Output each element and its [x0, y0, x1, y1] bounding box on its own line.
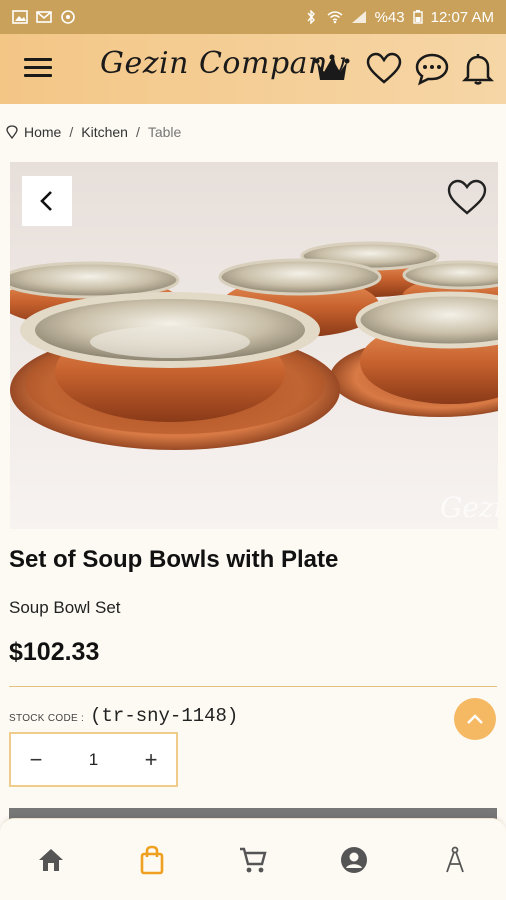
nav-cart[interactable] — [228, 835, 278, 885]
nav-home[interactable] — [26, 835, 76, 885]
breadcrumb-kitchen[interactable]: Kitchen — [81, 124, 128, 140]
gmail-icon — [36, 11, 52, 23]
nav-account[interactable] — [329, 835, 379, 885]
compass-icon — [446, 846, 465, 872]
product-subtitle: Soup Bowl Set — [9, 598, 121, 617]
gallery-icon — [12, 10, 28, 24]
app-header: Gezin Company — [0, 34, 506, 104]
watermark: Gezin — [440, 491, 498, 524]
scroll-to-top-button[interactable] — [454, 698, 496, 740]
hamburger-icon-line — [24, 58, 52, 61]
status-system: %43 12:07 AM — [303, 9, 494, 26]
quantity-stepper: − 1 + — [9, 732, 178, 787]
bottom-navigation — [0, 818, 506, 900]
account-icon — [341, 846, 368, 873]
divider — [9, 686, 497, 687]
signal-icon — [351, 11, 366, 23]
chevron-left-icon — [40, 191, 52, 211]
favorite-heart-icon[interactable] — [446, 178, 488, 218]
cart-icon — [239, 847, 267, 872]
hamburger-icon-line — [24, 74, 52, 77]
location-pin-icon — [6, 125, 18, 139]
chat-icon[interactable] — [414, 52, 450, 86]
quantity-value[interactable]: 1 — [89, 750, 98, 770]
heart-icon[interactable] — [366, 52, 402, 86]
battery-percent: %43 — [374, 8, 405, 26]
stock-code-label: STOCK CODE : — [9, 713, 85, 724]
nav-shop[interactable] — [127, 835, 177, 885]
decrease-quantity-button[interactable]: − — [25, 747, 47, 773]
bell-icon[interactable] — [460, 52, 496, 86]
sync-icon — [61, 10, 75, 24]
breadcrumb-table: Table — [147, 124, 182, 140]
wifi-icon — [327, 11, 343, 24]
increase-quantity-button[interactable]: + — [140, 747, 162, 773]
product-image[interactable]: Gezin — [10, 162, 498, 529]
back-button[interactable] — [22, 176, 72, 226]
battery-icon — [412, 10, 423, 24]
breadcrumb: Home / Kitchen / Table — [6, 124, 181, 140]
copper-bowls-illustration: Gezin — [10, 162, 498, 529]
shopping-bag-icon — [140, 845, 164, 874]
breadcrumb-separator: / — [69, 124, 74, 140]
brand-logo[interactable]: Gezin Company — [100, 46, 345, 81]
clock: 12:07 AM — [430, 8, 494, 26]
hamburger-icon-line — [24, 66, 52, 69]
menu-button[interactable] — [24, 58, 52, 80]
breadcrumb-separator: / — [135, 124, 140, 140]
product-title: Set of Soup Bowls with Plate — [9, 546, 339, 573]
home-icon — [38, 848, 63, 871]
chevron-up-icon — [467, 714, 483, 724]
bluetooth-icon — [307, 10, 315, 24]
crown-icon[interactable] — [314, 52, 350, 86]
product-price: $102.33 — [9, 638, 100, 666]
status-bar: %43 12:07 AM — [0, 0, 506, 34]
nav-explore[interactable] — [430, 835, 480, 885]
status-notifications — [12, 10, 76, 24]
stock-code-value: (tr-sny-1148) — [90, 705, 239, 727]
stock-code: STOCK CODE : (tr-sny-1148) — [9, 705, 238, 727]
breadcrumb-home[interactable]: Home — [24, 124, 61, 140]
